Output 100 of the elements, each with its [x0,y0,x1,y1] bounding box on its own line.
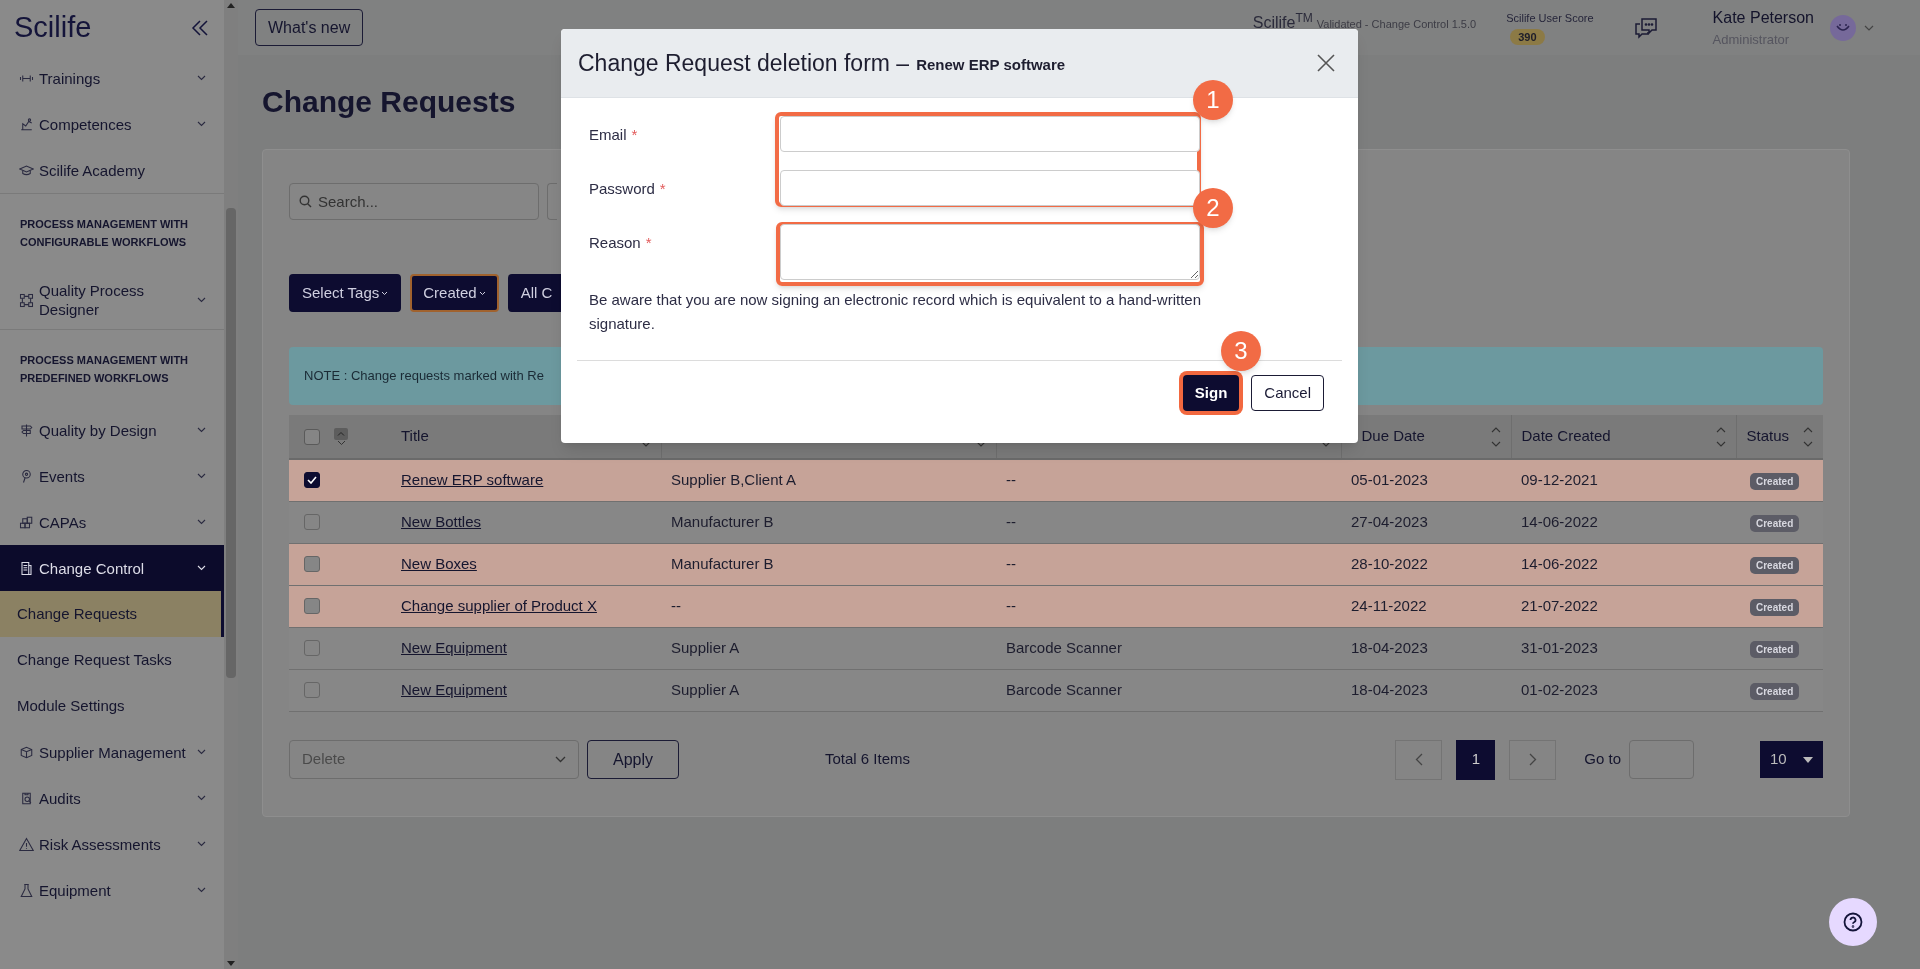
total-items: Total 6 Items [825,749,911,770]
column-header[interactable]: Title [401,425,429,448]
score-badge: 390 [1510,28,1545,45]
submenu-item[interactable]: Change Request Tasks [0,637,224,683]
title-link[interactable]: New Bottles [401,512,482,530]
chevron-down-icon [381,290,389,296]
column-header[interactable]: Status [1746,425,1790,448]
caret-down-icon [1803,756,1813,763]
table-row[interactable]: New Equipment Supplier A Barcode Scanner 18-04-2023 01-02-2023 Created [289,669,1823,711]
password-field[interactable] [780,170,1200,206]
table-cell: Manufacturer B [671,554,774,572]
sidebar-item[interactable]: Equipment [0,867,224,913]
whats-new-button[interactable]: What's new [255,9,364,46]
row-checkbox[interactable] [304,682,320,698]
avatar-icon[interactable] [1830,14,1856,41]
go-to-field[interactable] [1629,740,1694,779]
sidebar-item[interactable]: Quality Process Designer [0,271,224,329]
sidebar-item[interactable]: Events [0,453,224,499]
title-link[interactable]: New Boxes [401,554,477,572]
field-label: Reason [589,233,641,253]
title-link[interactable]: New Equipment [401,638,507,656]
help-icon [1843,912,1863,932]
row-checkbox[interactable] [304,556,320,572]
sort-icon[interactable] [1803,425,1813,448]
table-cell: Supplier A [671,638,740,656]
sidebar-item[interactable]: Audits [0,775,224,821]
sidebar-item[interactable]: Scilife Academy [0,147,224,193]
table-cell: 01-02-2023 [1521,680,1598,698]
chat-icon[interactable] [1633,16,1658,39]
submenu-item[interactable]: Module Settings [0,683,224,729]
table-cell: 31-01-2023 [1521,638,1598,656]
person-chart-icon [19,116,34,132]
scroll-down-icon[interactable] [227,961,235,967]
table-cell: 28-10-2022 [1351,554,1428,572]
title-link[interactable]: Renew ERP software [401,471,544,488]
table-cell: 27-04-2023 [1351,512,1428,530]
sort-icon[interactable] [1490,425,1501,448]
section-heading: PROCESS MANAGEMENT WITH CONFIGURABLE WORKFLOWS [20,217,190,250]
table-cell: Barcode Scanner [1006,638,1122,656]
required-mark: * [631,125,638,145]
package-icon [19,744,34,760]
page-size-select[interactable]: 10 [1760,741,1823,778]
select-all-checkbox[interactable] [304,428,320,445]
table-cell: 09-12-2021 [1521,471,1598,488]
check-icon [307,476,317,485]
sidebar-item[interactable]: Supplier Management [0,729,224,775]
collapse-icon[interactable] [190,17,210,38]
table-cell: Manufacturer B [671,512,774,530]
sidebar-item[interactable]: CAPAs [0,499,224,545]
status-badge: Created [1750,514,1800,532]
section-heading: PROCESS MANAGEMENT WITH PREDEFINED WORKFLOWS [20,353,190,386]
close-icon[interactable] [1317,54,1335,72]
status-badge: Created [1750,473,1800,490]
page-button[interactable]: 1 [1456,739,1496,780]
cancel-button[interactable]: Cancel [1251,375,1324,411]
document-icon [19,560,34,576]
row-checkbox[interactable] [304,640,320,656]
sort-icon[interactable] [1715,425,1726,448]
table-cell: -- [671,596,681,614]
sidebar-item[interactable]: Quality by Design [0,407,224,453]
email-field[interactable] [780,116,1200,152]
scrollbar[interactable] [224,0,238,969]
row-checkbox[interactable] [304,514,320,530]
table-row[interactable]: New Bottles Manufacturer B -- 27-04-2023 14-06-2022 Created [289,501,1823,543]
modal-title: Change Request deletion form – [578,48,910,78]
apply-button[interactable]: Apply [587,740,679,779]
title-link[interactable]: New Equipment [401,680,507,698]
search-icon [299,195,312,208]
chevron-down-icon [555,756,566,763]
sidebar-item[interactable]: Risk Assessments [0,821,224,867]
search-field[interactable]: Search... [289,183,539,220]
required-mark: * [659,179,666,199]
sidebar-item[interactable]: Competences [0,101,224,147]
column-header[interactable]: Due Date [1361,425,1425,448]
table-cell: 18-04-2023 [1351,638,1428,656]
column-header[interactable]: Date Created [1521,425,1611,448]
table-cell: -- [1006,471,1016,488]
table-cell: 24-11-2022 [1351,596,1427,614]
sort-up-icon[interactable] [334,427,348,440]
chevron-right-icon [1528,753,1537,766]
row-checkbox[interactable] [304,472,320,489]
table-row[interactable]: Change supplier of Product X -- -- 24-11-2022 21-07-2022 Created [289,585,1823,627]
table-cell: 05-01-2023 [1351,471,1428,488]
warning-icon [19,836,34,852]
filter-button[interactable]: Select Tags [289,274,402,312]
table-cell: Barcode Scanner [1006,680,1122,698]
submenu-item[interactable]: Change Requests [0,591,224,637]
scroll-up-icon[interactable] [227,2,235,8]
filter-button[interactable]: Created [410,274,499,312]
clipboard-search-icon [19,790,34,806]
help-button[interactable] [1829,898,1877,946]
sidebar-item[interactable]: Trainings [0,55,224,101]
row-checkbox[interactable] [304,598,320,614]
table-row[interactable]: New Equipment Supplier A Barcode Scanner 18-04-2023 31-01-2023 Created [289,627,1823,669]
sidebar-item[interactable]: Change Control [0,545,224,591]
scrollbar-thumb[interactable] [226,208,236,678]
table-cell: -- [1006,512,1016,530]
field-edge[interactable] [547,183,557,220]
table-row[interactable]: New Boxes Manufacturer B -- 28-10-2022 14-06-2022 Created [289,543,1823,585]
title-link[interactable]: Change supplier of Product X [401,596,597,614]
